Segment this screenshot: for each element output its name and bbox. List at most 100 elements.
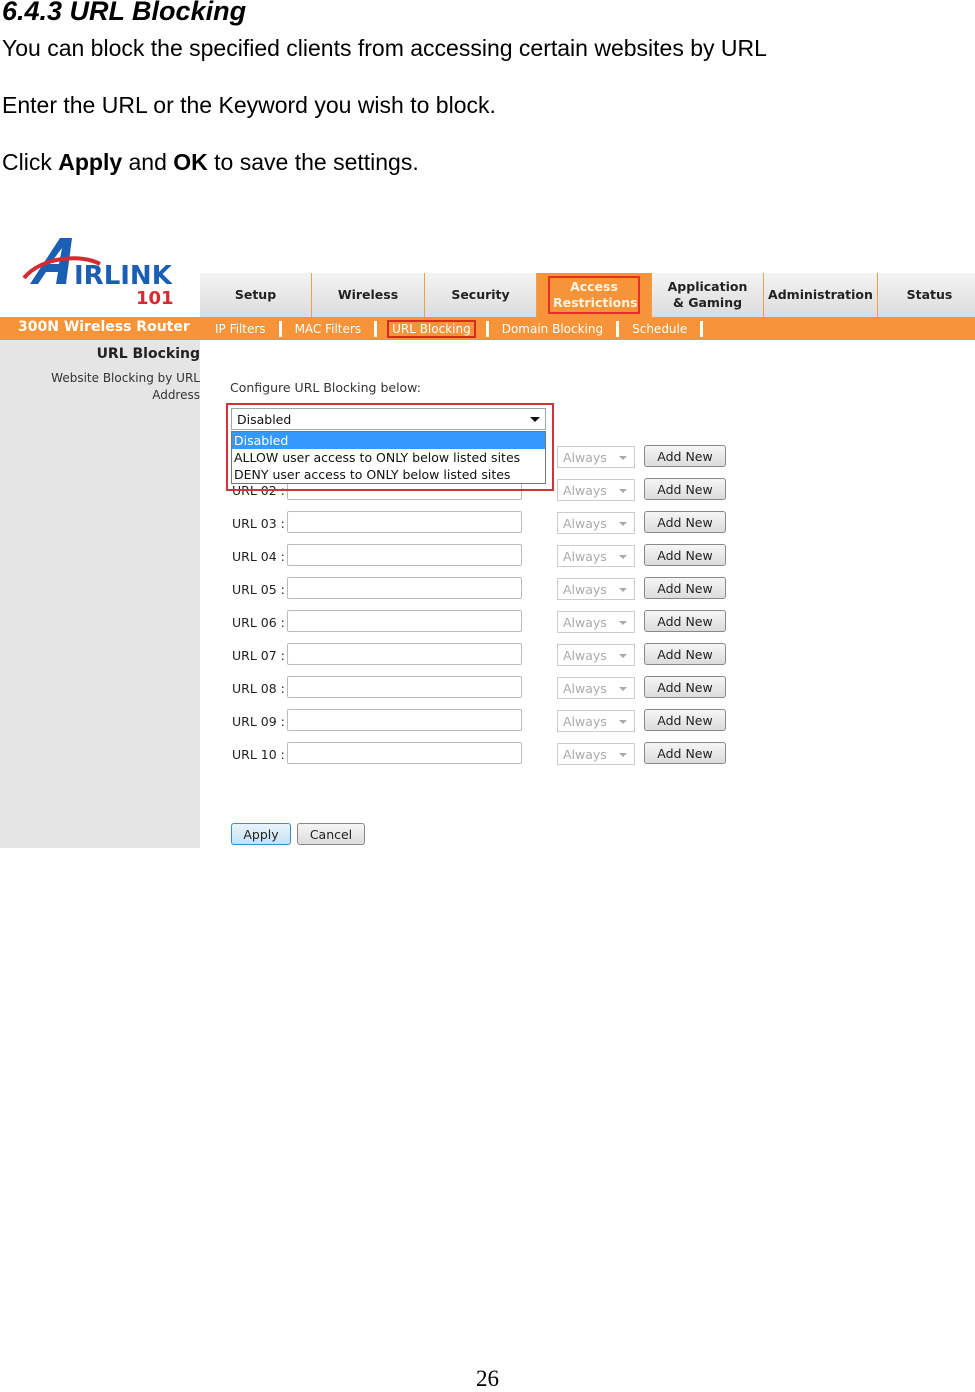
sub-nav: IP Filters MAC Filters URL Blocking Doma…	[212, 320, 713, 338]
schedule-select[interactable]: Always	[557, 611, 635, 633]
tab-label: Application & Gaming	[667, 279, 748, 310]
schedule-select[interactable]: Always	[557, 512, 635, 534]
schedule-value: Always	[563, 747, 607, 762]
apply-button[interactable]: Apply	[231, 823, 291, 845]
chevron-down-icon	[619, 654, 627, 658]
tab-setup[interactable]: Setup	[200, 273, 312, 317]
add-new-button[interactable]: Add New	[644, 742, 726, 764]
tab-wireless[interactable]: Wireless	[312, 273, 425, 317]
airlink-logo: IRLINK 101	[22, 238, 174, 308]
url-input[interactable]	[287, 643, 522, 665]
main-nav: Setup Wireless Security Access Restricti…	[200, 273, 975, 317]
chevron-down-icon	[619, 555, 627, 559]
tab-access-restrictions[interactable]: Access Restrictions	[537, 273, 652, 317]
chevron-down-icon	[619, 753, 627, 757]
apply-bold: Apply	[58, 149, 123, 175]
add-new-button[interactable]: Add New	[644, 544, 726, 566]
intro-paragraph: You can block the specified clients from…	[2, 35, 767, 61]
url-input[interactable]	[287, 610, 522, 632]
schedule-value: Always	[563, 483, 607, 498]
tab-application-gaming[interactable]: Application & Gaming	[652, 273, 764, 317]
option-disabled[interactable]: Disabled	[232, 432, 545, 449]
url-input[interactable]	[287, 511, 522, 533]
tab-administration[interactable]: Administration	[764, 273, 878, 317]
subtab-schedule[interactable]: Schedule	[629, 321, 690, 337]
schedule-value: Always	[563, 714, 607, 729]
chevron-down-icon	[619, 687, 627, 691]
subtab-mac-filters[interactable]: MAC Filters	[292, 321, 365, 337]
url-input[interactable]	[287, 676, 522, 698]
separator	[700, 321, 704, 337]
url-input[interactable]	[287, 544, 522, 566]
tab-label: Administration	[768, 287, 873, 302]
cancel-button[interactable]: Cancel	[297, 823, 365, 845]
text: and	[122, 149, 174, 175]
option-allow[interactable]: ALLOW user access to ONLY below listed s…	[232, 449, 545, 466]
url-label: URL 09 :	[232, 714, 285, 729]
schedule-select[interactable]: Always	[557, 479, 635, 501]
tab-label: Status	[906, 287, 953, 302]
separator	[374, 321, 378, 337]
add-new-button[interactable]: Add New	[644, 709, 726, 731]
url-label: URL 04 :	[232, 549, 285, 564]
add-new-button[interactable]: Add New	[644, 577, 726, 599]
schedule-select[interactable]: Always	[557, 743, 635, 765]
product-name: 300N Wireless Router	[18, 319, 190, 335]
separator	[485, 321, 489, 337]
schedule-select[interactable]: Always	[557, 578, 635, 600]
add-new-button[interactable]: Add New	[644, 478, 726, 500]
schedule-select[interactable]: Always	[557, 677, 635, 699]
schedule-value: Always	[563, 615, 607, 630]
subtab-ip-filters[interactable]: IP Filters	[212, 321, 269, 337]
add-new-button[interactable]: Add New	[644, 643, 726, 665]
schedule-value: Always	[563, 681, 607, 696]
blocking-mode-select[interactable]: Disabled	[231, 408, 546, 430]
router-screenshot: IRLINK 101 Setup Wireless Security Acces…	[0, 230, 975, 848]
sidebar-description: Website Blocking by URL Address	[51, 371, 200, 402]
tab-label: Access Restrictions	[548, 276, 640, 314]
config-label: Configure URL Blocking below:	[230, 380, 421, 395]
schedule-select[interactable]: Always	[557, 710, 635, 732]
schedule-value: Always	[563, 549, 607, 564]
text: to save the settings.	[207, 149, 419, 175]
add-new-button[interactable]: Add New	[644, 610, 726, 632]
schedule-select[interactable]: Always	[557, 644, 635, 666]
schedule-value: Always	[563, 648, 607, 663]
logo-sub: 101	[136, 288, 174, 308]
add-new-button[interactable]: Add New	[644, 676, 726, 698]
url-input[interactable]	[287, 742, 522, 764]
chevron-down-icon	[619, 456, 627, 460]
save-instruction: Click Apply and OK to save the settings.	[2, 149, 419, 176]
separator	[616, 321, 620, 337]
schedule-value: Always	[563, 516, 607, 531]
page-number: 26	[476, 1366, 499, 1391]
url-label: URL 06 :	[232, 615, 285, 630]
url-input[interactable]	[287, 709, 522, 731]
add-new-button[interactable]: Add New	[644, 511, 726, 533]
url-label: URL 10 :	[232, 747, 285, 762]
instruction-paragraph: Enter the URL or the Keyword you wish to…	[2, 92, 496, 118]
section-heading: 6.4.3 URL Blocking	[2, 0, 247, 26]
schedule-value: Always	[563, 582, 607, 597]
url-label: URL 05 :	[232, 582, 285, 597]
ok-bold: OK	[173, 149, 208, 175]
option-deny[interactable]: DENY user access to ONLY below listed si…	[232, 466, 545, 483]
tab-status[interactable]: Status	[878, 273, 975, 317]
url-label: URL 07 :	[232, 648, 285, 663]
tab-label: Setup	[234, 287, 277, 302]
tab-security[interactable]: Security	[425, 273, 537, 317]
chevron-down-icon	[619, 522, 627, 526]
chevron-down-icon	[619, 588, 627, 592]
url-input[interactable]	[287, 577, 522, 599]
subtab-domain-blocking[interactable]: Domain Blocking	[499, 321, 606, 337]
tab-label: Wireless	[337, 287, 399, 302]
subtab-url-blocking[interactable]: URL Blocking	[387, 320, 476, 338]
tab-label: Security	[451, 287, 510, 302]
add-new-button[interactable]: Add New	[644, 445, 726, 467]
chevron-down-icon	[619, 621, 627, 625]
blocking-mode-options: Disabled ALLOW user access to ONLY below…	[231, 431, 546, 484]
chevron-down-icon	[530, 417, 540, 422]
schedule-select[interactable]: Always	[557, 545, 635, 567]
select-value: Disabled	[237, 412, 292, 427]
schedule-select[interactable]: Always	[557, 446, 635, 468]
